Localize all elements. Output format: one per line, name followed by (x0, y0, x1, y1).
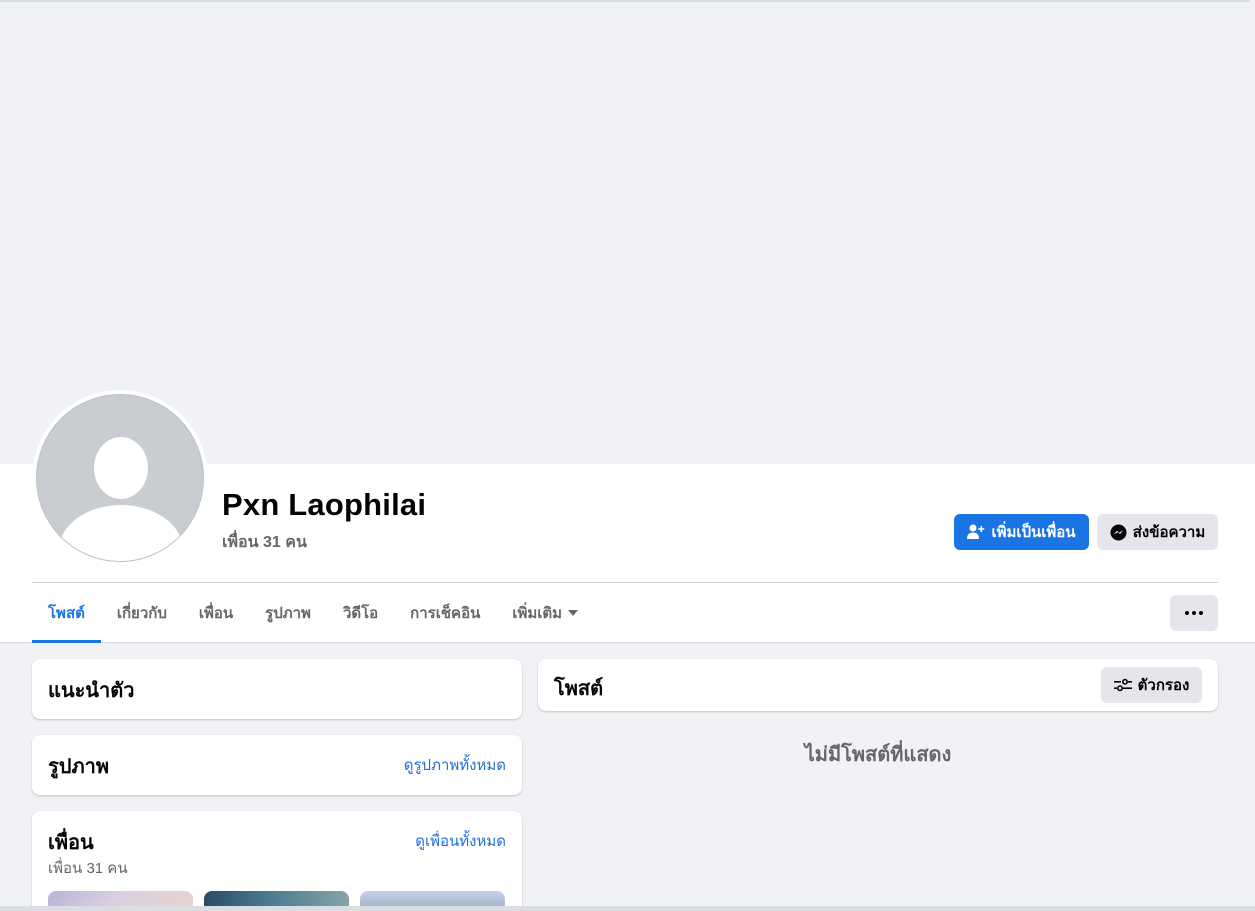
person-add-icon (967, 524, 985, 539)
tab-label: วิดีโอ (342, 605, 379, 622)
tab-label: โพสต์ (48, 605, 85, 622)
tab-friends[interactable]: เพื่อน (183, 583, 249, 643)
profile-avatar[interactable] (32, 390, 208, 566)
posts-title: โพสต์ (554, 678, 604, 700)
tab-label: เกี่ยวกับ (116, 605, 167, 622)
send-message-button[interactable]: ส่งข้อความ (1097, 514, 1218, 550)
empty-posts-message: ไม่มีโพสต์ที่แสดง (804, 744, 952, 766)
default-avatar-icon (36, 394, 204, 562)
tab-posts[interactable]: โพสต์ (32, 583, 101, 643)
cover-photo[interactable] (0, 0, 1250, 464)
add-friend-button[interactable]: เพิ่มเป็นเพื่อน (954, 514, 1089, 550)
intro-title: แนะนำตัว (48, 680, 135, 702)
tab-more[interactable]: เพิ่มเติม (496, 583, 594, 643)
profile-name: Pxn Laophilai (222, 487, 427, 522)
tab-label: การเช็คอิน (410, 605, 481, 622)
tab-label: รูปภาพ (265, 605, 311, 622)
filter-button[interactable]: ตัวกรอง (1101, 667, 1202, 703)
message-label: ส่งข้อความ (1132, 524, 1206, 541)
profile-tabs: โพสต์ เกี่ยวกับ เพื่อน รูปภาพ วิดีโอ การ… (32, 583, 594, 643)
tab-about[interactable]: เกี่ยวกับ (101, 583, 183, 643)
see-all-photos-link[interactable]: ดูรูปภาพทั้งหมด (404, 753, 506, 777)
caret-down-icon (568, 610, 579, 616)
tab-videos[interactable]: วิดีโอ (327, 583, 394, 643)
tab-label: เพิ่มเติม (512, 605, 563, 622)
friend-count[interactable]: เพื่อน 31 คน (222, 530, 307, 555)
see-all-friends-link[interactable]: ดูเพื่อนทั้งหมด (415, 829, 506, 853)
friends-card: เพื่อน ดูเพื่อนทั้งหมด เพื่อน 31 คน (32, 811, 522, 911)
window-bottom-edge (0, 906, 1255, 911)
filter-label: ตัวกรอง (1137, 677, 1190, 694)
friends-title[interactable]: เพื่อน (48, 826, 94, 858)
messenger-icon (1110, 524, 1127, 540)
intro-card: แนะนำตัว (32, 659, 522, 719)
more-horizontal-icon (1185, 611, 1189, 615)
more-options-button[interactable] (1170, 595, 1218, 631)
friends-count: เพื่อน 31 คน (48, 860, 128, 877)
photos-title[interactable]: รูปภาพ (48, 750, 109, 782)
add-friend-label: เพิ่มเป็นเพื่อน (991, 524, 1076, 541)
posts-header-card: โพสต์ ตัวกรอง (538, 659, 1218, 711)
tab-label: เพื่อน (198, 605, 234, 622)
tab-checkins[interactable]: การเช็คอิน (394, 583, 496, 643)
filter-sliders-icon (1113, 678, 1132, 692)
photos-card: รูปภาพ ดูรูปภาพทั้งหมด (32, 735, 522, 795)
tab-photos[interactable]: รูปภาพ (249, 583, 327, 643)
